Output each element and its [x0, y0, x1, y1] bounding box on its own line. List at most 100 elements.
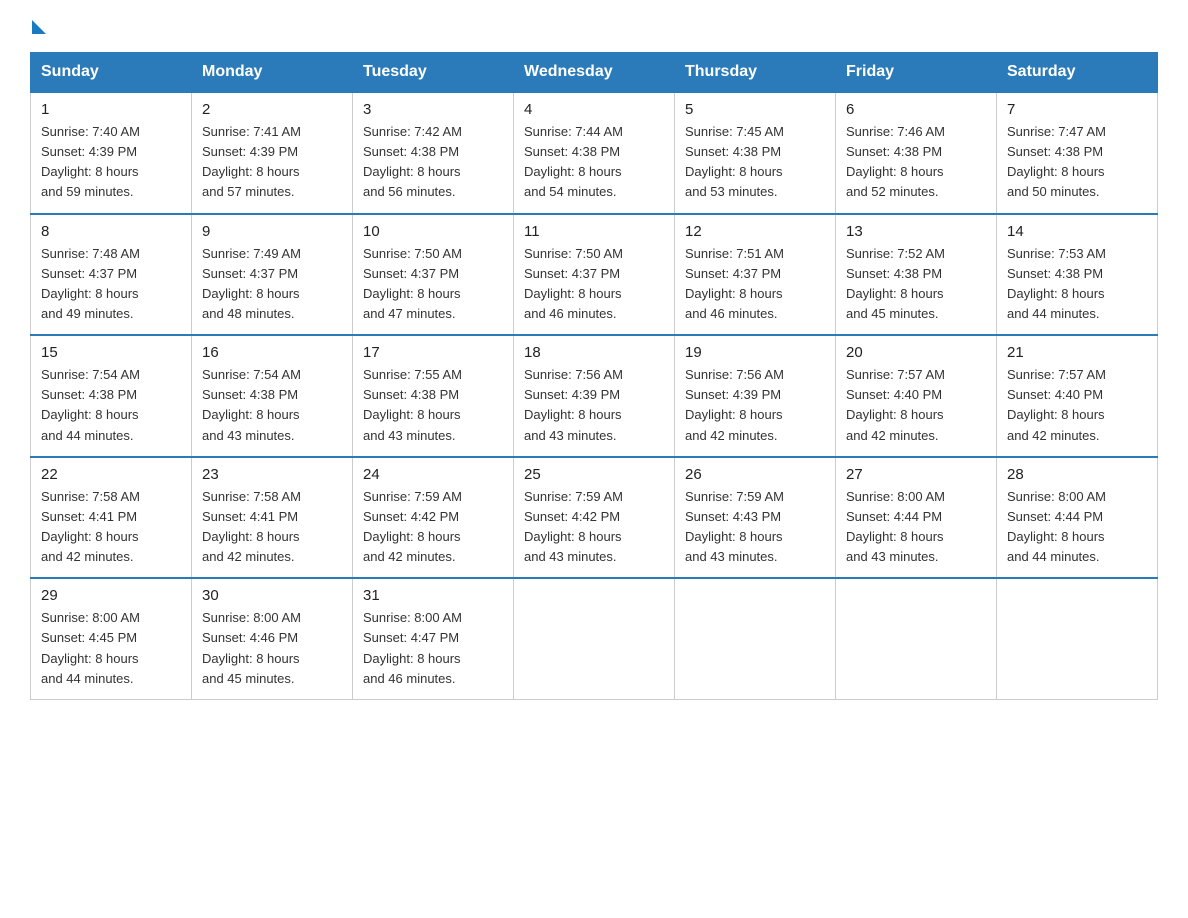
day-number: 21	[1007, 344, 1147, 361]
day-header-thursday: Thursday	[675, 53, 836, 93]
day-header-monday: Monday	[192, 53, 353, 93]
day-number: 6	[846, 101, 986, 118]
calendar-cell: 5 Sunrise: 7:45 AM Sunset: 4:38 PM Dayli…	[675, 92, 836, 214]
day-number: 25	[524, 466, 664, 483]
day-info: Sunrise: 7:50 AM Sunset: 4:37 PM Dayligh…	[524, 244, 664, 325]
calendar-cell	[514, 578, 675, 699]
day-info: Sunrise: 7:51 AM Sunset: 4:37 PM Dayligh…	[685, 244, 825, 325]
day-header-saturday: Saturday	[997, 53, 1158, 93]
day-info: Sunrise: 7:56 AM Sunset: 4:39 PM Dayligh…	[524, 365, 664, 446]
day-number: 13	[846, 223, 986, 240]
day-number: 29	[41, 587, 181, 604]
day-info: Sunrise: 7:49 AM Sunset: 4:37 PM Dayligh…	[202, 244, 342, 325]
day-info: Sunrise: 7:54 AM Sunset: 4:38 PM Dayligh…	[202, 365, 342, 446]
calendar-cell: 7 Sunrise: 7:47 AM Sunset: 4:38 PM Dayli…	[997, 92, 1158, 214]
day-number: 27	[846, 466, 986, 483]
logo-triangle-icon	[32, 20, 46, 34]
week-row-1: 1 Sunrise: 7:40 AM Sunset: 4:39 PM Dayli…	[31, 92, 1158, 214]
calendar-cell: 13 Sunrise: 7:52 AM Sunset: 4:38 PM Dayl…	[836, 214, 997, 336]
day-info: Sunrise: 7:40 AM Sunset: 4:39 PM Dayligh…	[41, 122, 181, 203]
calendar-cell: 6 Sunrise: 7:46 AM Sunset: 4:38 PM Dayli…	[836, 92, 997, 214]
calendar-cell: 26 Sunrise: 7:59 AM Sunset: 4:43 PM Dayl…	[675, 457, 836, 579]
week-row-2: 8 Sunrise: 7:48 AM Sunset: 4:37 PM Dayli…	[31, 214, 1158, 336]
calendar-cell: 15 Sunrise: 7:54 AM Sunset: 4:38 PM Dayl…	[31, 335, 192, 457]
day-number: 15	[41, 344, 181, 361]
week-row-5: 29 Sunrise: 8:00 AM Sunset: 4:45 PM Dayl…	[31, 578, 1158, 699]
day-number: 2	[202, 101, 342, 118]
calendar-cell: 9 Sunrise: 7:49 AM Sunset: 4:37 PM Dayli…	[192, 214, 353, 336]
day-info: Sunrise: 7:58 AM Sunset: 4:41 PM Dayligh…	[202, 487, 342, 568]
day-info: Sunrise: 7:41 AM Sunset: 4:39 PM Dayligh…	[202, 122, 342, 203]
calendar-cell: 3 Sunrise: 7:42 AM Sunset: 4:38 PM Dayli…	[353, 92, 514, 214]
calendar-cell: 20 Sunrise: 7:57 AM Sunset: 4:40 PM Dayl…	[836, 335, 997, 457]
day-number: 30	[202, 587, 342, 604]
day-number: 24	[363, 466, 503, 483]
calendar-cell: 30 Sunrise: 8:00 AM Sunset: 4:46 PM Dayl…	[192, 578, 353, 699]
day-info: Sunrise: 7:57 AM Sunset: 4:40 PM Dayligh…	[846, 365, 986, 446]
day-header-wednesday: Wednesday	[514, 53, 675, 93]
day-header-tuesday: Tuesday	[353, 53, 514, 93]
calendar-cell: 29 Sunrise: 8:00 AM Sunset: 4:45 PM Dayl…	[31, 578, 192, 699]
day-info: Sunrise: 8:00 AM Sunset: 4:46 PM Dayligh…	[202, 608, 342, 689]
day-number: 18	[524, 344, 664, 361]
day-number: 9	[202, 223, 342, 240]
day-info: Sunrise: 8:00 AM Sunset: 4:45 PM Dayligh…	[41, 608, 181, 689]
day-number: 26	[685, 466, 825, 483]
day-number: 8	[41, 223, 181, 240]
day-number: 16	[202, 344, 342, 361]
calendar-cell: 12 Sunrise: 7:51 AM Sunset: 4:37 PM Dayl…	[675, 214, 836, 336]
week-row-4: 22 Sunrise: 7:58 AM Sunset: 4:41 PM Dayl…	[31, 457, 1158, 579]
calendar-cell	[675, 578, 836, 699]
day-info: Sunrise: 7:53 AM Sunset: 4:38 PM Dayligh…	[1007, 244, 1147, 325]
day-info: Sunrise: 8:00 AM Sunset: 4:44 PM Dayligh…	[846, 487, 986, 568]
calendar-cell: 16 Sunrise: 7:54 AM Sunset: 4:38 PM Dayl…	[192, 335, 353, 457]
calendar-cell: 17 Sunrise: 7:55 AM Sunset: 4:38 PM Dayl…	[353, 335, 514, 457]
day-number: 11	[524, 223, 664, 240]
calendar-cell: 1 Sunrise: 7:40 AM Sunset: 4:39 PM Dayli…	[31, 92, 192, 214]
calendar-cell: 18 Sunrise: 7:56 AM Sunset: 4:39 PM Dayl…	[514, 335, 675, 457]
day-number: 17	[363, 344, 503, 361]
day-number: 5	[685, 101, 825, 118]
day-number: 4	[524, 101, 664, 118]
calendar-cell	[997, 578, 1158, 699]
day-number: 23	[202, 466, 342, 483]
day-info: Sunrise: 7:58 AM Sunset: 4:41 PM Dayligh…	[41, 487, 181, 568]
day-info: Sunrise: 7:54 AM Sunset: 4:38 PM Dayligh…	[41, 365, 181, 446]
day-number: 7	[1007, 101, 1147, 118]
day-number: 14	[1007, 223, 1147, 240]
day-number: 31	[363, 587, 503, 604]
day-info: Sunrise: 7:47 AM Sunset: 4:38 PM Dayligh…	[1007, 122, 1147, 203]
calendar-table: SundayMondayTuesdayWednesdayThursdayFrid…	[30, 52, 1158, 700]
day-number: 22	[41, 466, 181, 483]
logo	[30, 20, 46, 36]
day-number: 3	[363, 101, 503, 118]
calendar-cell: 11 Sunrise: 7:50 AM Sunset: 4:37 PM Dayl…	[514, 214, 675, 336]
day-info: Sunrise: 7:59 AM Sunset: 4:43 PM Dayligh…	[685, 487, 825, 568]
calendar-cell: 23 Sunrise: 7:58 AM Sunset: 4:41 PM Dayl…	[192, 457, 353, 579]
day-info: Sunrise: 7:59 AM Sunset: 4:42 PM Dayligh…	[363, 487, 503, 568]
calendar-cell: 25 Sunrise: 7:59 AM Sunset: 4:42 PM Dayl…	[514, 457, 675, 579]
calendar-cell: 4 Sunrise: 7:44 AM Sunset: 4:38 PM Dayli…	[514, 92, 675, 214]
day-info: Sunrise: 7:59 AM Sunset: 4:42 PM Dayligh…	[524, 487, 664, 568]
day-number: 19	[685, 344, 825, 361]
day-info: Sunrise: 7:46 AM Sunset: 4:38 PM Dayligh…	[846, 122, 986, 203]
day-info: Sunrise: 8:00 AM Sunset: 4:47 PM Dayligh…	[363, 608, 503, 689]
day-number: 12	[685, 223, 825, 240]
day-info: Sunrise: 7:50 AM Sunset: 4:37 PM Dayligh…	[363, 244, 503, 325]
day-info: Sunrise: 8:00 AM Sunset: 4:44 PM Dayligh…	[1007, 487, 1147, 568]
day-info: Sunrise: 7:57 AM Sunset: 4:40 PM Dayligh…	[1007, 365, 1147, 446]
logo-blue-text	[30, 20, 46, 36]
day-info: Sunrise: 7:52 AM Sunset: 4:38 PM Dayligh…	[846, 244, 986, 325]
day-info: Sunrise: 7:55 AM Sunset: 4:38 PM Dayligh…	[363, 365, 503, 446]
week-row-3: 15 Sunrise: 7:54 AM Sunset: 4:38 PM Dayl…	[31, 335, 1158, 457]
calendar-cell: 24 Sunrise: 7:59 AM Sunset: 4:42 PM Dayl…	[353, 457, 514, 579]
day-info: Sunrise: 7:42 AM Sunset: 4:38 PM Dayligh…	[363, 122, 503, 203]
day-number: 1	[41, 101, 181, 118]
calendar-cell: 31 Sunrise: 8:00 AM Sunset: 4:47 PM Dayl…	[353, 578, 514, 699]
calendar-cell: 2 Sunrise: 7:41 AM Sunset: 4:39 PM Dayli…	[192, 92, 353, 214]
day-header-friday: Friday	[836, 53, 997, 93]
calendar-cell	[836, 578, 997, 699]
calendar-cell: 10 Sunrise: 7:50 AM Sunset: 4:37 PM Dayl…	[353, 214, 514, 336]
calendar-cell: 28 Sunrise: 8:00 AM Sunset: 4:44 PM Dayl…	[997, 457, 1158, 579]
day-info: Sunrise: 7:44 AM Sunset: 4:38 PM Dayligh…	[524, 122, 664, 203]
